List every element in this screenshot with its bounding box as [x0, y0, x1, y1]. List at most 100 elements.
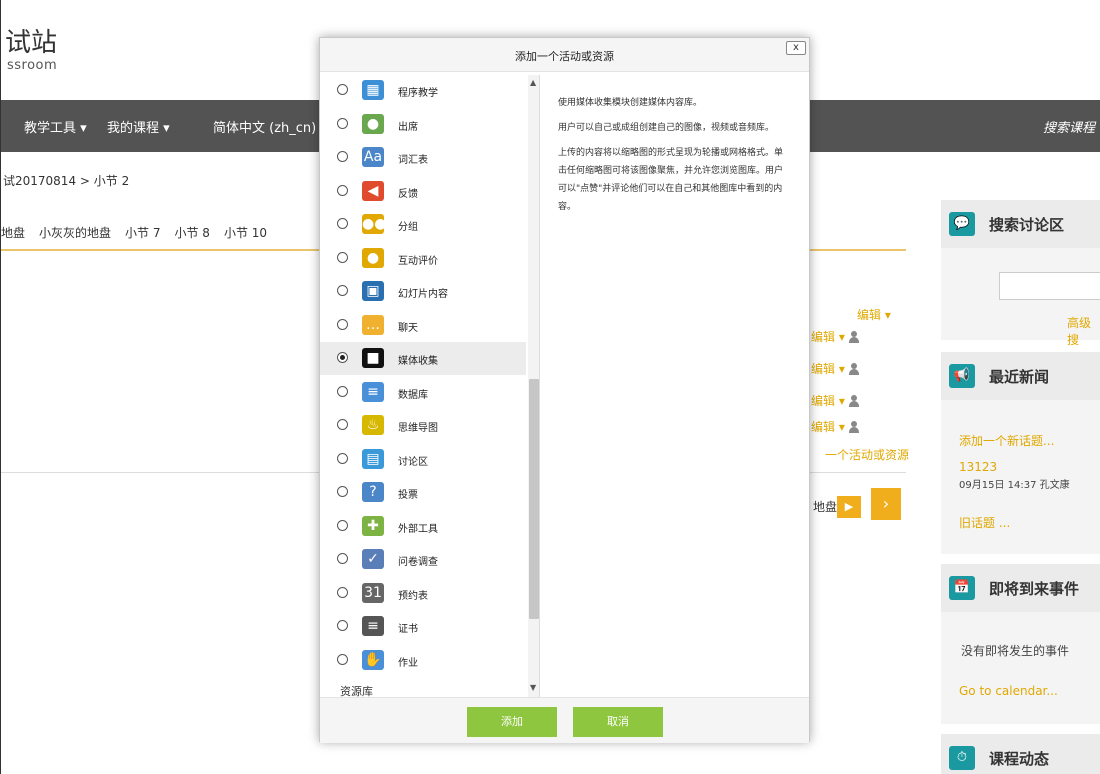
next-section-label[interactable]: 地盘: [813, 498, 837, 515]
cancel-button[interactable]: 取消: [573, 707, 663, 737]
edit-item-link[interactable]: 编辑 ▾: [811, 360, 860, 377]
option-radio[interactable]: [337, 285, 348, 296]
add-button[interactable]: 添加: [467, 707, 557, 737]
option-list-scrollbar[interactable]: ▲ ▼: [528, 75, 539, 697]
option-radio[interactable]: [337, 553, 348, 564]
tab-1[interactable]: 小灰灰的地盘: [39, 226, 111, 240]
older-topics-link[interactable]: 旧话题 ...: [959, 514, 1010, 531]
activity-option[interactable]: 31 预约表: [320, 577, 526, 610]
activity-type-icon: ▣: [362, 281, 384, 301]
activity-option[interactable]: ● 互动评价: [320, 242, 526, 275]
activity-option[interactable]: … 聊天: [320, 309, 526, 342]
description-paragraph: 上传的内容将以缩略图的形式呈现为轮播或网格格式。单击任何缩略图可将该图像聚焦，并…: [558, 148, 784, 212]
breadcrumb[interactable]: 试20170814 > 小节 2: [3, 172, 129, 189]
activity-option[interactable]: ✓ 问卷调查: [320, 543, 526, 576]
option-radio[interactable]: [337, 151, 348, 162]
activity-type-icon: ♨: [362, 415, 384, 435]
activity-option[interactable]: ●● 分组: [320, 208, 526, 241]
option-radio[interactable]: [337, 84, 348, 95]
person-icon: [848, 421, 860, 433]
option-radio[interactable]: [337, 653, 348, 665]
nav-teaching-tools[interactable]: 教学工具 ▾: [24, 117, 87, 136]
option-radio[interactable]: [337, 117, 348, 129]
block-upcoming-events: 📅 即将到来事件 没有即将发生的事件 Go to calendar...: [941, 564, 1100, 724]
option-radio[interactable]: [337, 251, 348, 263]
edit-item-label: 编辑 ▾: [811, 330, 845, 344]
activity-option[interactable]: ✚ 外部工具: [320, 510, 526, 543]
tab-2[interactable]: 小节 7: [125, 226, 160, 240]
add-topic-link[interactable]: 添加一个新话题...: [959, 432, 1054, 449]
option-radio[interactable]: [337, 385, 348, 397]
option-label: 投票: [398, 490, 418, 501]
person-icon: [848, 363, 860, 375]
option-radio[interactable]: [337, 452, 348, 464]
next-arrow-icon[interactable]: ▶: [837, 496, 861, 518]
calendar-link[interactable]: Go to calendar...: [959, 684, 1058, 698]
tab-0[interactable]: 地盘: [1, 226, 25, 240]
close-button[interactable]: x: [786, 41, 806, 55]
tab-4[interactable]: 小节 10: [224, 226, 267, 240]
activity-option[interactable]: ? 投票: [320, 476, 526, 509]
activity-option[interactable]: ▣ 幻灯片内容: [320, 275, 526, 308]
nav-language[interactable]: 简体中文 (zh_cn) ▾: [213, 117, 327, 136]
chevron-down-icon[interactable]: ▼: [530, 683, 536, 692]
option-radio[interactable]: [337, 620, 348, 631]
advanced-search-link[interactable]: 高级搜: [1067, 314, 1100, 348]
activity-option[interactable]: Aa 词汇表: [320, 141, 526, 174]
option-label: 出席: [398, 121, 418, 133]
block-title: 课程动态: [989, 750, 1050, 768]
edit-item-link[interactable]: 编辑 ▾: [811, 328, 860, 345]
block-title: 最近新闻: [989, 368, 1050, 386]
dialog-header: 添加一个活动或资源 x: [320, 38, 809, 72]
site-title[interactable]: 试站: [5, 22, 57, 59]
option-radio[interactable]: [337, 352, 348, 363]
edit-item-link[interactable]: 编辑 ▾: [811, 418, 860, 435]
chat-icon: 💬: [949, 212, 975, 236]
megaphone-icon: 📢: [949, 364, 975, 388]
activity-type-icon: ≡: [362, 381, 384, 402]
edit-item-link[interactable]: 编辑 ▾: [811, 392, 860, 409]
option-label: 分组: [398, 222, 418, 233]
option-label: 作业: [398, 657, 418, 669]
option-label: 数据库: [398, 389, 428, 401]
option-radio[interactable]: [337, 519, 348, 531]
activity-option[interactable]: ▤ 讨论区: [320, 443, 526, 476]
block-header: 💬 搜索讨论区: [941, 200, 1100, 248]
next-section-button[interactable]: ›: [871, 488, 901, 520]
activity-option[interactable]: ≡ 证书: [320, 610, 526, 643]
activity-option[interactable]: ◀ 反馈: [320, 175, 526, 208]
activity-option[interactable]: ● 出席: [320, 108, 526, 141]
option-label: 互动评价: [398, 255, 438, 267]
option-radio[interactable]: [337, 218, 348, 229]
nav-search-courses[interactable]: 搜索课程: [1043, 117, 1095, 136]
activity-option[interactable]: ▦ 程序教学: [320, 75, 526, 107]
option-label: 程序教学: [398, 88, 438, 99]
scrollbar-thumb[interactable]: [529, 379, 539, 619]
news-item-title[interactable]: 13123: [959, 460, 997, 474]
tab-3[interactable]: 小节 8: [174, 226, 209, 240]
dialog-footer: 添加 取消: [320, 697, 809, 743]
activity-option[interactable]: ♨ 思维导图: [320, 409, 526, 442]
option-radio[interactable]: [337, 586, 348, 598]
add-activity-link[interactable]: 一个活动或资源: [825, 446, 909, 463]
block-recent-activity: ⏱ 课程动态: [941, 734, 1100, 774]
option-label: 问卷调查: [398, 557, 438, 568]
option-radio[interactable]: [337, 486, 348, 497]
forum-search-input[interactable]: [999, 272, 1100, 300]
chevron-up-icon[interactable]: ▲: [530, 78, 536, 87]
option-radio[interactable]: [337, 318, 348, 330]
edit-item-label: 编辑 ▾: [811, 362, 845, 376]
block-header: 📅 即将到来事件: [941, 564, 1100, 612]
block-header: ⏱ 课程动态: [941, 734, 1100, 774]
activity-option[interactable]: ✋ 作业: [320, 644, 526, 677]
activity-option[interactable]: ≡ 数据库: [320, 376, 526, 409]
option-radio[interactable]: [337, 184, 348, 196]
option-radio[interactable]: [337, 419, 348, 430]
nav-my-courses[interactable]: 我的课程 ▾: [107, 117, 170, 136]
edit-item-label: 编辑 ▾: [811, 420, 845, 434]
edit-menu-link[interactable]: 编辑 ▾: [857, 306, 891, 323]
option-label: 媒体收集: [398, 356, 438, 367]
activity-type-icon: ?: [362, 482, 384, 502]
activity-option[interactable]: ■ 媒体收集: [320, 342, 526, 375]
news-item-meta: 09月15日 14:37 孔文康: [959, 480, 1070, 491]
